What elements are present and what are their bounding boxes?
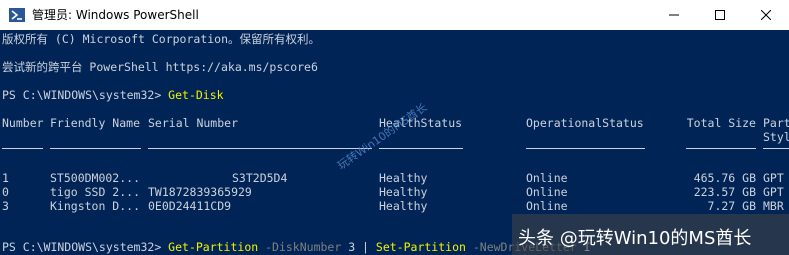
cell-partition-style: GPT (763, 171, 784, 185)
close-icon (761, 10, 771, 20)
separator-partition-style (763, 148, 789, 149)
prompt-text: PS C:\WINDOWS\system32> (2, 240, 169, 254)
powershell-icon (9, 7, 25, 23)
header-total-size: Total Size (686, 116, 756, 130)
separator-health-status (379, 148, 463, 149)
cell-total-size: 465.76 GB (693, 171, 756, 185)
cell-health-status: Healthy (379, 171, 428, 185)
cell-health-status: Healthy (379, 199, 428, 213)
minimize-button[interactable] (651, 0, 697, 30)
param-disk-number: -DiskNumber (258, 240, 342, 254)
cell-operational-status: Online (526, 171, 568, 185)
maximize-button[interactable] (697, 0, 743, 30)
cell-operational-status: Online (526, 185, 568, 199)
copyright-line: 版权所有 (C) Microsoft Corporation。保留所有权利。 (2, 32, 321, 46)
header-partition-style-2: Styl (763, 130, 789, 144)
prompt-line-2: PS C:\WINDOWS\system32> Get-Partition -D… (2, 240, 591, 254)
header-operational-status: OperationalStatus (526, 116, 644, 130)
separator-serial-number (148, 148, 372, 149)
title-bar[interactable]: 管理员: Windows PowerShell (0, 0, 789, 30)
cell-friendly-name: ST500DM002... (50, 171, 141, 185)
separator-friendly-name (50, 148, 141, 149)
cell-serial-number: S3T2D5D4 (232, 171, 288, 185)
command-get-partition: Get-Partition (168, 240, 259, 254)
separator-operational-status (526, 148, 645, 149)
cell-serial-number: 0E0D24411CD9 (148, 199, 232, 213)
cell-health-status: Healthy (379, 185, 428, 199)
maximize-icon (715, 10, 725, 20)
cell-number: 0 (2, 185, 9, 199)
cell-total-size: 223.57 GB (693, 185, 756, 199)
cell-number: 3 (2, 199, 9, 213)
command-text: Get-Disk (168, 88, 224, 102)
try-new-line: 尝试新的跨平台 PowerShell https://aka.ms/pscore… (2, 60, 318, 74)
cell-serial-number: TW1872839365929 (148, 185, 252, 199)
header-friendly-name: Friendly Name (50, 116, 141, 130)
command-set-partition: Set-Partition (375, 240, 466, 254)
minimize-icon (669, 14, 679, 16)
cell-partition-style: GPT (763, 185, 784, 199)
header-serial-number: Serial Number (148, 116, 239, 130)
cell-number: 1 (2, 171, 9, 185)
cell-friendly-name: tigo SSD 2... (50, 185, 141, 199)
prompt-line-1: PS C:\WINDOWS\system32> Get-Disk (2, 88, 224, 102)
watermark-badge-text: 头条 @玩转Win10的MS酋长 (518, 228, 752, 249)
separator-total-size (686, 148, 756, 149)
separator-number (2, 148, 43, 149)
header-number: Number (2, 116, 44, 130)
cell-friendly-name: Kingston D... (50, 199, 141, 213)
cell-total-size: 7.27 GB (707, 199, 756, 213)
window-title: 管理员: Windows PowerShell (32, 8, 199, 22)
prompt-text: PS C:\WINDOWS\system32> (2, 88, 169, 102)
close-button[interactable] (743, 0, 789, 30)
cell-operational-status: Online (526, 199, 568, 213)
cell-partition-style: MBR (763, 199, 784, 213)
powershell-window: 管理员: Windows PowerShell 版权所有 (C) Microso… (0, 0, 789, 255)
value-disk-number: 3 | (341, 240, 376, 254)
header-partition-style-1: Part (763, 116, 789, 130)
watermark-badge: 头条 @玩转Win10的MS酋长 (512, 214, 789, 255)
